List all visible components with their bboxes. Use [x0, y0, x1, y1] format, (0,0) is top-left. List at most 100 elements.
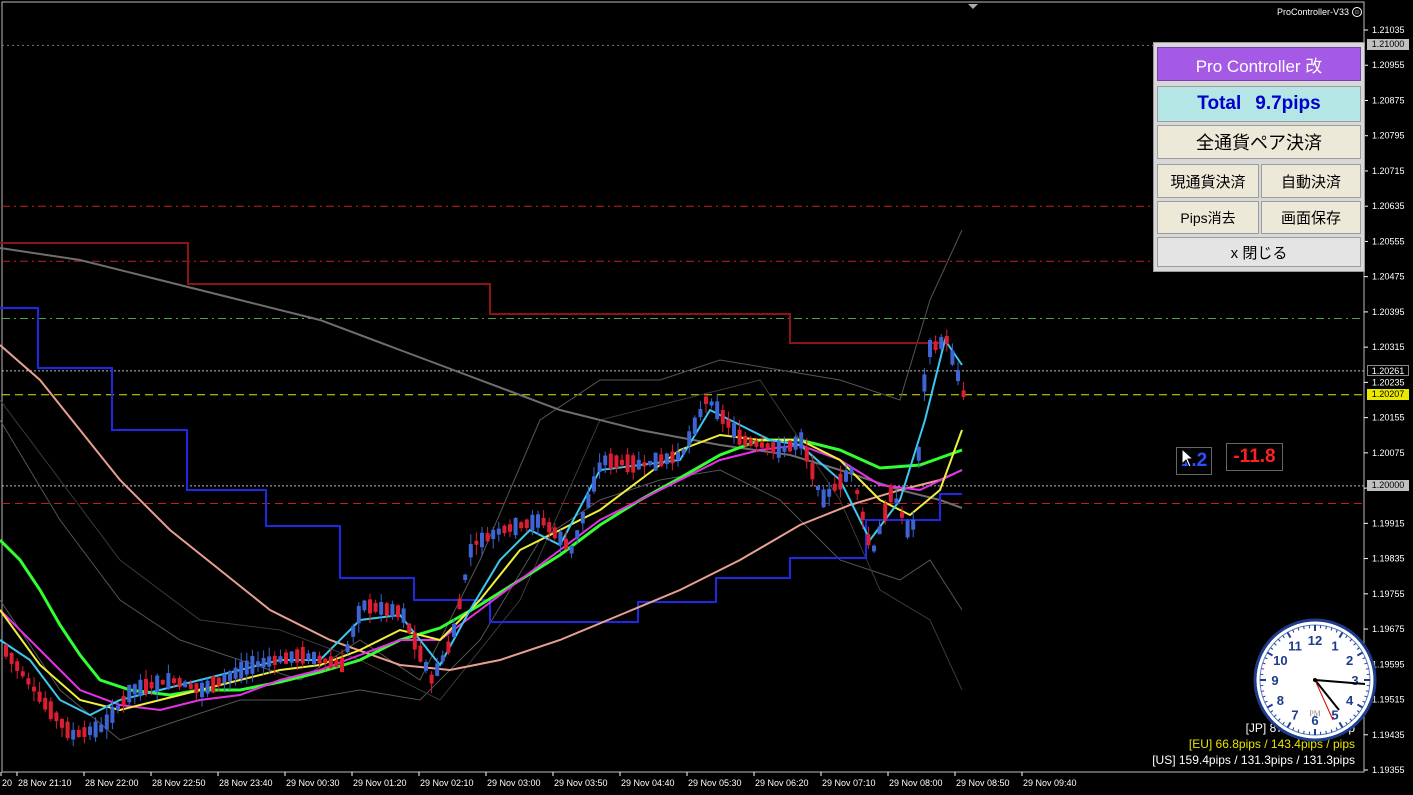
candle-body: [261, 657, 266, 668]
candle-body: [396, 605, 400, 618]
price-tick-label: 1.20555: [1372, 236, 1405, 246]
price-level-box: 1.21000: [1367, 39, 1409, 50]
candle-body: [760, 442, 764, 448]
candle-body: [961, 390, 966, 397]
candle-body: [93, 721, 98, 738]
clock-numeral: 2: [1346, 653, 1353, 668]
close-current-pair-button[interactable]: 現通貨決済: [1157, 164, 1259, 198]
candle-body: [149, 682, 154, 689]
close-panel-button[interactable]: x 閉じる: [1157, 237, 1361, 267]
candle-body: [939, 336, 944, 349]
candle-body: [748, 438, 753, 446]
total-pips-display: Total 9.7pips: [1157, 86, 1361, 122]
candle-body: [821, 489, 826, 508]
candle-body: [541, 517, 546, 526]
candle-body: [681, 449, 686, 454]
candle-body: [922, 374, 927, 392]
clock-numeral: 12: [1308, 633, 1322, 648]
candle-body: [216, 677, 221, 686]
candle-body: [928, 339, 932, 358]
candle-body: [76, 729, 81, 737]
price-tick-label: 1.20075: [1372, 448, 1405, 458]
close-all-pairs-button[interactable]: 全通貨ペア決済: [1157, 125, 1361, 159]
candle-body: [704, 396, 708, 405]
price-level-box: 1.20000: [1367, 480, 1409, 491]
candle-body: [289, 651, 294, 663]
candle-body: [211, 676, 216, 693]
price-tick-label: 1.20795: [1372, 131, 1405, 141]
candle-body: [205, 680, 210, 694]
candle-body: [552, 527, 557, 539]
candle-body: [306, 653, 311, 660]
candle-body: [463, 574, 468, 580]
price-tick-label: 1.20395: [1372, 307, 1405, 317]
candle-body: [362, 600, 367, 611]
price-tick-label: 1.19355: [1372, 765, 1405, 775]
candle-body: [116, 705, 120, 710]
candle-body: [844, 470, 848, 482]
panel-title[interactable]: Pro Controller 改: [1157, 47, 1361, 81]
candle-body: [911, 519, 916, 530]
candle-body: [166, 673, 171, 689]
candle-body: [569, 545, 574, 554]
candle-body: [373, 602, 378, 612]
candle-body: [71, 729, 76, 740]
candle-body: [407, 623, 412, 634]
clear-pips-button[interactable]: Pips消去: [1157, 201, 1259, 234]
candle-body: [323, 658, 328, 663]
candle-body: [424, 661, 428, 671]
candle-body: [82, 727, 87, 737]
candle-body: [737, 429, 742, 445]
candle-body: [676, 451, 680, 461]
candle-body: [956, 370, 960, 382]
candle-body: [933, 341, 938, 351]
candle-body: [776, 440, 781, 458]
time-tick-label: 28 Nov 22:00: [85, 778, 139, 788]
bid-price-box: 1.20207: [1367, 389, 1409, 400]
candle-body: [452, 623, 456, 638]
price-tick-label: 1.20155: [1372, 413, 1405, 423]
candle-body: [608, 453, 613, 469]
candle-body: [592, 476, 596, 492]
candle-body: [435, 663, 440, 676]
candle-body: [771, 442, 776, 454]
candle-body: [132, 684, 137, 695]
candle-body: [485, 533, 490, 542]
candle-body: [860, 511, 865, 521]
candle-body: [513, 517, 518, 536]
auto-close-button[interactable]: 自動決済: [1261, 164, 1361, 198]
candle-body: [894, 498, 899, 504]
analog-clock-icon: 12 1234567891011 PM: [1253, 618, 1377, 742]
candle-body: [827, 488, 832, 497]
clock-numeral: 4: [1346, 693, 1354, 708]
candle-body: [384, 603, 389, 616]
time-tick-label: 29 Nov 08:00: [889, 778, 943, 788]
clock-numeral: 10: [1273, 653, 1287, 668]
candle-body: [575, 530, 580, 539]
price-tick-label: 1.20475: [1372, 272, 1405, 282]
candle-body: [631, 455, 636, 473]
candle-body: [474, 540, 479, 545]
candle-body: [659, 454, 664, 467]
time-tick-label: 29 Nov 07:10: [822, 778, 876, 788]
candle-body: [48, 701, 53, 720]
candle-body: [244, 660, 249, 675]
candle-body: [754, 440, 759, 447]
price-tick-label: 1.19915: [1372, 518, 1405, 528]
candle-body: [138, 679, 143, 697]
candle-body: [155, 675, 160, 692]
candle-body: [188, 683, 193, 689]
candle-body: [877, 526, 882, 535]
time-tick-label: 20: [2, 778, 12, 788]
candle-body: [597, 462, 602, 472]
candle-body: [491, 529, 496, 539]
candle-body: [37, 691, 42, 702]
save-screen-button[interactable]: 画面保存: [1261, 201, 1361, 234]
candle-body: [20, 671, 25, 677]
candle-body: [446, 641, 451, 653]
candle-body: [183, 681, 188, 688]
smiley-icon: ☺: [1352, 7, 1362, 17]
candle-body: [127, 684, 132, 703]
candle-body: [614, 455, 619, 469]
candle-body: [872, 545, 876, 552]
